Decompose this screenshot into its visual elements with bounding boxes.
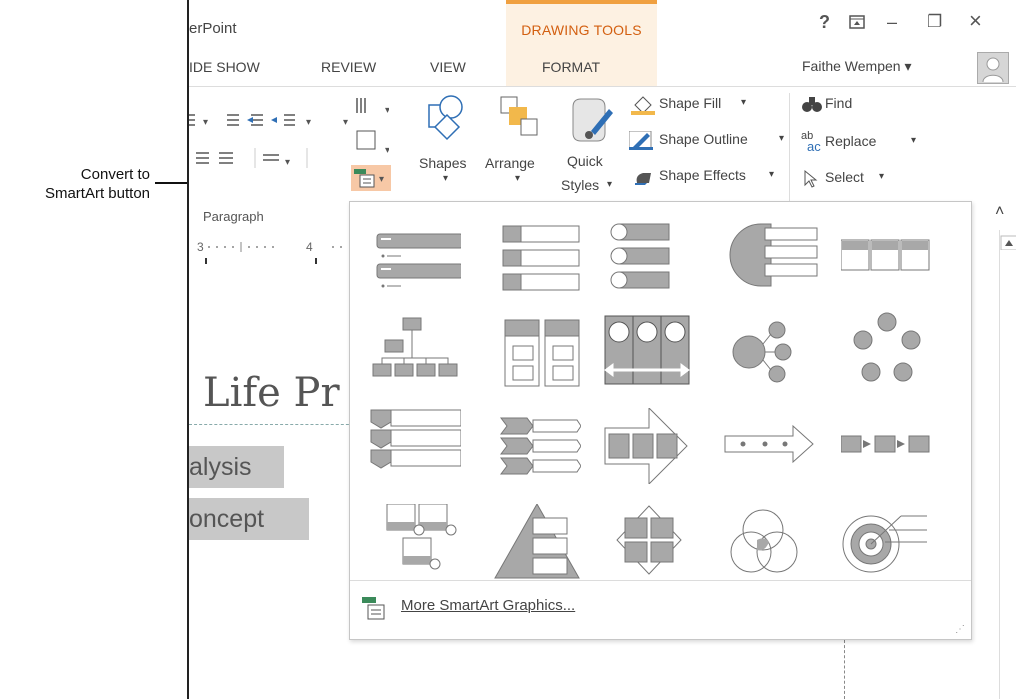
- svg-text:▾: ▾: [385, 145, 389, 156]
- user-name: Faithe Wempen: [802, 58, 901, 74]
- smartart-layout-picture-list[interactable]: [361, 504, 461, 580]
- smartart-layout-table-hierarchy[interactable]: [481, 312, 581, 388]
- slide-bullet-2[interactable]: oncept: [189, 498, 309, 540]
- replace-button[interactable]: Replace: [825, 133, 876, 149]
- smartart-layout-venn[interactable]: [721, 504, 821, 580]
- ruler-mark-3: 3: [197, 240, 204, 254]
- shapes-button[interactable]: Shapes: [419, 155, 466, 171]
- resize-grip-icon[interactable]: ⋰: [955, 624, 965, 635]
- help-icon[interactable]: ?: [819, 12, 830, 33]
- chevron-down-icon: ▾: [904, 58, 912, 74]
- slide-edge: [844, 640, 845, 699]
- more-smartart-graphics-link[interactable]: More SmartArt Graphics...: [401, 597, 575, 614]
- find-button[interactable]: Find: [825, 95, 852, 111]
- smartart-layout-pyramid-list[interactable]: [481, 504, 581, 580]
- group-divider: [789, 93, 790, 201]
- slide-bullet-1[interactable]: alysis: [189, 446, 284, 488]
- arrange-dropdown-icon[interactable]: ▾: [515, 173, 520, 184]
- ribbon: ▾ ▾ ▾ ▾ ▾ ▾ ▾ Shapes ▾ Arrange ▾: [189, 86, 1016, 224]
- smartart-layout-vertical-bullet-list[interactable]: [601, 216, 701, 292]
- smartart-layout-vertical-arrow-list[interactable]: [481, 408, 581, 484]
- smartart-layout-org-chart[interactable]: [361, 312, 461, 388]
- styles-label[interactable]: Styles: [561, 177, 599, 193]
- shape-outline-dropdown-icon[interactable]: ▾: [779, 133, 784, 144]
- paragraph-group-label: Paragraph: [203, 209, 264, 224]
- smartart-layout-target-list[interactable]: [721, 216, 821, 292]
- horizontal-ruler: 3 4: [189, 234, 349, 264]
- smartart-layout-basic-block-list[interactable]: [361, 216, 461, 292]
- ribbon-display-icon[interactable]: [849, 15, 865, 32]
- avatar[interactable]: [977, 52, 1009, 84]
- svg-text:▾: ▾: [379, 174, 384, 185]
- shape-outline-button[interactable]: Shape Outline: [659, 131, 748, 147]
- binoculars-icon: [802, 97, 822, 112]
- arrange-icon: [500, 96, 538, 136]
- shape-effects-button[interactable]: Shape Effects: [659, 167, 746, 183]
- tab-slide-show[interactable]: IDE SHOW: [189, 59, 260, 75]
- shapes-icon: [428, 95, 463, 141]
- svg-text:▾: ▾: [385, 105, 389, 116]
- shapes-dropdown-icon[interactable]: ▾: [443, 173, 448, 184]
- drawing-tools-label: DRAWING TOOLS: [521, 22, 642, 38]
- collapse-ribbon-icon[interactable]: ˄: [995, 203, 1004, 221]
- svg-text:▾: ▾: [343, 117, 348, 128]
- smartart-layout-column-list[interactable]: [601, 312, 701, 388]
- smartart-layout-circle-relationship[interactable]: [721, 312, 821, 388]
- close-icon[interactable]: ×: [969, 8, 982, 34]
- vertical-scrollbar[interactable]: [999, 230, 1016, 699]
- more-smartart-row[interactable]: More SmartArt Graphics... ⋰: [350, 580, 971, 639]
- scroll-up-icon[interactable]: [1000, 230, 1016, 251]
- smartart-layout-target[interactable]: [841, 504, 941, 580]
- quick-styles-icon: [572, 98, 613, 142]
- smartart-layout-basic-chevron-process[interactable]: [841, 408, 941, 484]
- smartart-layout-matrix[interactable]: [601, 504, 701, 580]
- shape-fill-dropdown-icon[interactable]: ▾: [741, 97, 746, 108]
- smartart-layout-horizontal-bullet-list[interactable]: [841, 216, 941, 292]
- replace-icon: ab ac: [801, 130, 821, 153]
- smartart-layout-vertical-chevron-list[interactable]: [361, 408, 461, 484]
- tab-review[interactable]: REVIEW: [321, 59, 376, 75]
- svg-text:▾: ▾: [285, 157, 290, 168]
- svg-text:▾: ▾: [203, 117, 208, 128]
- smartart-icon: [362, 597, 385, 620]
- quick-styles-dropdown-icon[interactable]: ▾: [607, 179, 612, 190]
- svg-text:▾: ▾: [306, 117, 311, 128]
- quick-label[interactable]: Quick: [567, 153, 603, 169]
- minimize-icon[interactable]: –: [887, 12, 897, 33]
- user-account[interactable]: Faithe Wempen ▾: [802, 58, 912, 75]
- smartart-layout-timeline[interactable]: [721, 408, 821, 484]
- smartart-layout-basic-cycle[interactable]: [841, 312, 941, 388]
- paint-bucket-icon: [631, 96, 655, 115]
- smartart-layout-vertical-box-list[interactable]: [481, 216, 581, 292]
- convert-to-smartart-button[interactable]: ▾: [351, 165, 391, 191]
- svg-text:ac: ac: [807, 139, 821, 153]
- tab-view[interactable]: VIEW: [430, 59, 466, 75]
- cursor-icon: [804, 169, 818, 188]
- shape-fill-button[interactable]: Shape Fill: [659, 95, 721, 111]
- smartart-gallery: More SmartArt Graphics... ⋰: [349, 201, 972, 640]
- ruler-mark-4: 4: [306, 240, 313, 254]
- placeholder-border: [189, 424, 359, 425]
- pen-icon: [629, 131, 653, 150]
- app-title: erPoint: [189, 20, 237, 37]
- shape-effects-icon: [635, 173, 651, 185]
- smartart-layout-process-arrows[interactable]: [601, 408, 701, 484]
- tab-format[interactable]: FORMAT: [542, 59, 600, 75]
- arrange-button[interactable]: Arrange: [485, 155, 535, 171]
- restore-icon[interactable]: ❐: [927, 12, 942, 32]
- replace-dropdown-icon[interactable]: ▾: [911, 135, 916, 146]
- slide-title[interactable]: Life Pr: [203, 370, 340, 416]
- select-dropdown-icon[interactable]: ▾: [879, 171, 884, 182]
- select-button[interactable]: Select: [825, 169, 864, 185]
- shape-effects-dropdown-icon[interactable]: ▾: [769, 169, 774, 180]
